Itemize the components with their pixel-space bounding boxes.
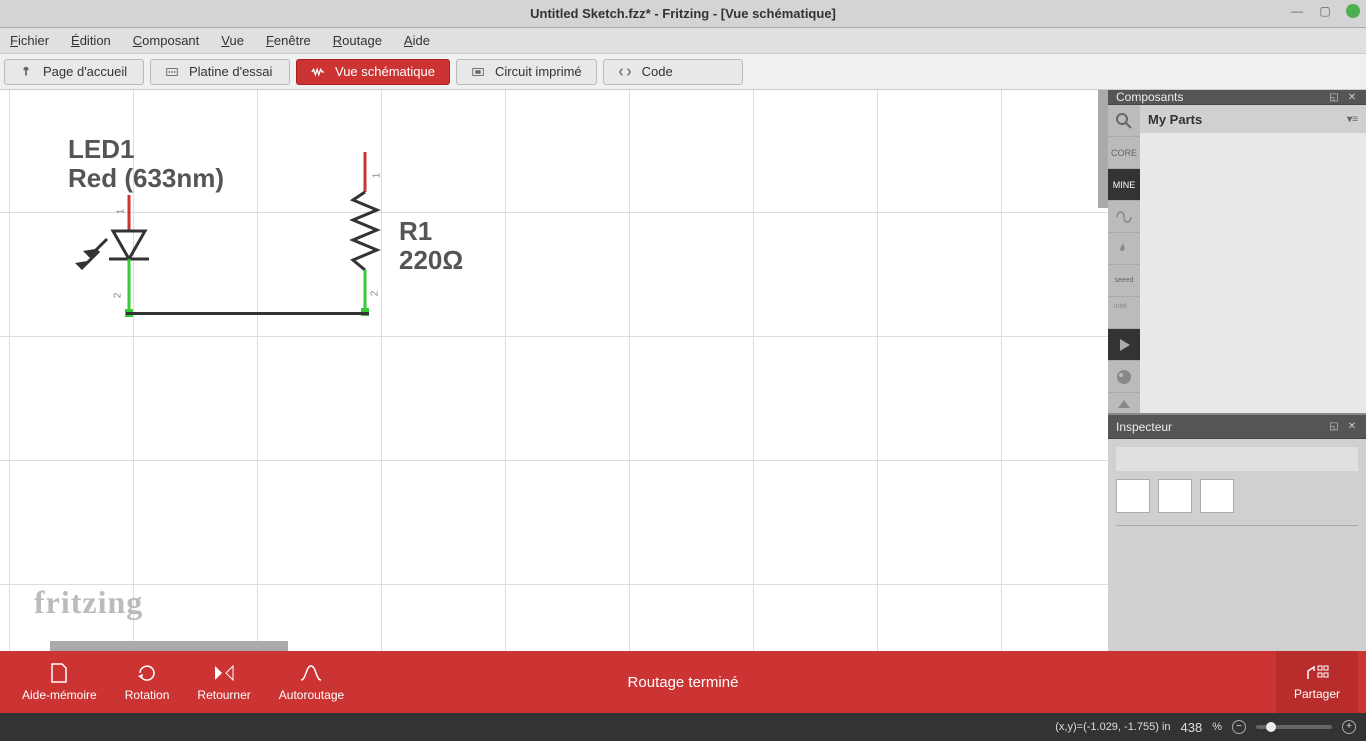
resistor-label[interactable]: R1 220Ω <box>399 217 463 274</box>
inspector-divider <box>1116 525 1358 526</box>
led-component[interactable] <box>75 195 155 325</box>
zoom-unit: % <box>1212 721 1222 733</box>
parts-tab-contrib[interactable] <box>1108 361 1140 393</box>
parts-tab-play[interactable] <box>1108 329 1140 361</box>
inspector-name-field[interactable] <box>1116 447 1358 471</box>
tab-pcb[interactable]: Circuit imprimé <box>456 59 597 85</box>
close-button[interactable] <box>1346 4 1360 18</box>
resistor-pin2: 2 <box>369 291 380 297</box>
inspector-thumb-breadboard[interactable] <box>1116 479 1150 513</box>
parts-tab-mine[interactable]: MINE <box>1108 169 1140 201</box>
parts-tab-core[interactable]: CORE <box>1108 137 1140 169</box>
share-button[interactable]: Partager <box>1276 651 1358 713</box>
home-icon <box>19 65 33 79</box>
components-close-button[interactable]: ✕ <box>1346 91 1358 103</box>
tab-home[interactable]: Page d'accueil <box>4 59 144 85</box>
parts-tab-sparkfun[interactable] <box>1108 233 1140 265</box>
components-panel: Composants ◱ ✕ CORE MINE seeed intel <box>1108 90 1366 413</box>
tab-code[interactable]: Code <box>603 59 743 85</box>
main-area: LED1 Red (633nm) 1 2 R1 220Ω <box>0 90 1366 651</box>
led-pin1: 1 <box>115 209 126 215</box>
tab-schematic-label: Vue schématique <box>335 64 435 79</box>
tab-breadboard[interactable]: Platine d'essai <box>150 59 290 85</box>
right-panels: Composants ◱ ✕ CORE MINE seeed intel <box>1108 90 1366 651</box>
parts-menu-icon[interactable]: ▾≡ <box>1347 114 1358 125</box>
bottom-toolbar: Aide-mémoire Rotation Retourner Autorout… <box>0 651 1366 713</box>
parts-bin-title: My Parts ▾≡ <box>1140 105 1366 133</box>
window-controls: — ▢ <box>1290 4 1360 18</box>
schematic-icon <box>311 65 325 79</box>
memo-button[interactable]: Aide-mémoire <box>8 662 111 702</box>
fritzing-watermark: fritzing <box>34 584 143 621</box>
statusbar: (x,y)=(-1.029, -1.755) in 438 % − + <box>0 713 1366 741</box>
menu-routing[interactable]: Routage <box>333 33 382 48</box>
parts-tab-search[interactable] <box>1108 105 1140 137</box>
parts-tab-intel[interactable]: intel <box>1108 297 1140 329</box>
components-header: Composants ◱ ✕ <box>1108 90 1366 105</box>
led-desc: Red (633nm) <box>68 164 224 193</box>
zoom-slider[interactable] <box>1256 725 1332 729</box>
inspector-title: Inspecteur <box>1116 420 1172 434</box>
horizontal-scrollbar[interactable] <box>50 641 288 651</box>
inspector-panel: Inspecteur ◱ ✕ <box>1108 413 1366 651</box>
routing-status: Routage terminé <box>628 674 739 691</box>
resistor-ref: R1 <box>399 217 463 246</box>
tab-code-label: Code <box>642 64 673 79</box>
inspector-thumb-pcb[interactable] <box>1200 479 1234 513</box>
titlebar: Untitled Sketch.fzz* - Fritzing - [Vue s… <box>0 0 1366 28</box>
resistor-value: 220Ω <box>399 246 463 275</box>
inspector-close-button[interactable]: ✕ <box>1346 421 1358 433</box>
zoom-value: 438 <box>1181 720 1203 735</box>
code-icon <box>618 65 632 79</box>
menu-help[interactable]: Aide <box>404 33 430 48</box>
inspector-body <box>1108 439 1366 651</box>
parts-tab-seeed[interactable]: seeed <box>1108 265 1140 297</box>
led-pin2: 2 <box>112 293 123 299</box>
view-tabs: Page d'accueil Platine d'essai Vue schém… <box>0 54 1366 90</box>
breadboard-icon <box>165 65 179 79</box>
inspector-header: Inspecteur ◱ ✕ <box>1108 415 1366 439</box>
pcb-icon <box>471 65 485 79</box>
inspector-thumb-schematic[interactable] <box>1158 479 1192 513</box>
inspector-thumbnails <box>1116 479 1358 513</box>
led-label[interactable]: LED1 Red (633nm) <box>68 135 224 192</box>
tab-breadboard-label: Platine d'essai <box>189 64 272 79</box>
zoom-in-button[interactable]: + <box>1342 720 1356 734</box>
tab-schematic[interactable]: Vue schématique <box>296 59 450 85</box>
zoom-out-button[interactable]: − <box>1232 720 1246 734</box>
menu-edit[interactable]: Édition <box>71 33 111 48</box>
wire[interactable] <box>126 312 369 315</box>
components-undock-button[interactable]: ◱ <box>1328 91 1340 103</box>
menu-view[interactable]: Vue <box>221 33 244 48</box>
menu-window[interactable]: Fenêtre <box>266 33 311 48</box>
parts-tab-up[interactable] <box>1108 393 1140 415</box>
menu-component[interactable]: Composant <box>133 33 199 48</box>
zoom-slider-thumb[interactable] <box>1266 722 1276 732</box>
components-title: Composants <box>1116 90 1183 104</box>
parts-tab-arduino[interactable] <box>1108 201 1140 233</box>
coordinates: (x,y)=(-1.029, -1.755) in <box>1055 721 1170 733</box>
maximize-button[interactable]: ▢ <box>1318 4 1332 18</box>
window-title: Untitled Sketch.fzz* - Fritzing - [Vue s… <box>530 6 836 21</box>
tab-pcb-label: Circuit imprimé <box>495 64 582 79</box>
minimize-button[interactable]: — <box>1290 4 1304 18</box>
flip-button[interactable]: Retourner <box>183 662 264 702</box>
schematic-canvas[interactable]: LED1 Red (633nm) 1 2 R1 220Ω <box>0 90 1108 651</box>
autoroute-button[interactable]: Autoroutage <box>265 662 358 702</box>
menu-file[interactable]: Fichier <box>10 33 49 48</box>
led-ref: LED1 <box>68 135 224 164</box>
parts-bin-tabs: CORE MINE seeed intel <box>1108 105 1140 433</box>
menubar: Fichier Édition Composant Vue Fenêtre Ro… <box>0 28 1366 54</box>
vertical-scrollbar[interactable] <box>1098 90 1108 208</box>
parts-bin-content: My Parts ▾≡ <box>1140 105 1366 433</box>
components-body: CORE MINE seeed intel My Parts ▾≡ <box>1108 105 1366 433</box>
resistor-pin1: 1 <box>371 173 382 179</box>
tab-home-label: Page d'accueil <box>43 64 127 79</box>
inspector-undock-button[interactable]: ◱ <box>1328 421 1340 433</box>
rotate-button[interactable]: Rotation <box>111 662 184 702</box>
